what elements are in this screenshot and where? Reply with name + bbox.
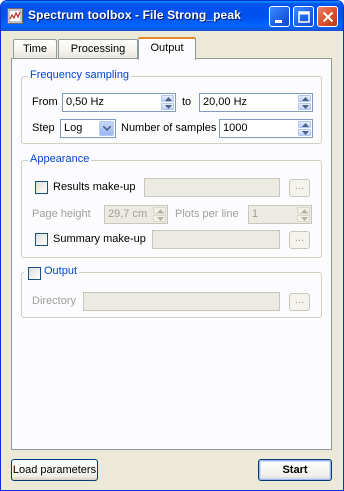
page-height-value: 29,7 cm — [108, 208, 148, 220]
arrow-down-icon — [165, 105, 172, 109]
tab-time[interactable]: Time — [13, 39, 57, 59]
page-height-label: Page height — [32, 208, 91, 220]
minimize-button[interactable] — [269, 6, 290, 27]
output-checkbox[interactable] — [28, 267, 41, 280]
results-makeup-field — [144, 178, 280, 197]
directory-label: Directory — [32, 295, 77, 307]
tab-panel-output: Frequency sampling From 0,50 Hz to 20,00… — [11, 58, 332, 450]
to-spinbox[interactable]: 20,00 Hz — [199, 93, 313, 112]
frequency-sampling-group: Frequency sampling From 0,50 Hz to 20,00… — [21, 69, 322, 144]
load-parameters-button[interactable]: Load parameters — [11, 459, 98, 481]
plots-decrement-button — [297, 215, 310, 222]
step-value: Log — [64, 122, 83, 134]
chevron-down-icon — [103, 126, 111, 131]
app-icon — [7, 8, 23, 24]
samples-increment-button[interactable] — [298, 121, 311, 128]
arrow-up-icon — [157, 209, 164, 213]
minimize-icon — [275, 20, 282, 23]
close-icon — [322, 11, 334, 23]
results-makeup-label: Results make-up — [53, 181, 136, 193]
tab-output[interactable]: Output — [138, 37, 196, 60]
plots-per-line-label: Plots per line — [175, 208, 239, 220]
arrow-up-icon — [302, 97, 309, 101]
title-bar[interactable]: Spectrum toolbox - File Strong_peak — [1, 1, 343, 31]
directory-browse-button: ... — [289, 293, 310, 311]
arrow-up-icon — [302, 123, 309, 127]
arrow-down-icon — [302, 131, 309, 135]
plots-per-line-value: 1 — [252, 208, 259, 220]
to-value: 20,00 Hz — [203, 96, 248, 108]
step-label: Step — [32, 122, 55, 134]
plots-per-line-spinbox: 1 — [248, 205, 312, 224]
frequency-sampling-legend: Frequency sampling — [28, 69, 132, 81]
from-label: From — [32, 96, 58, 108]
samples-label: Number of samples — [121, 122, 217, 134]
window-title: Spectrum toolbox - File Strong_peak — [28, 8, 241, 22]
arrow-down-icon — [302, 105, 309, 109]
results-browse-button: ... — [289, 179, 310, 197]
maximize-icon — [298, 11, 310, 23]
appearance-group: Appearance Results make-up ... Page heig… — [21, 153, 322, 258]
tab-processing[interactable]: Processing — [58, 39, 138, 59]
directory-field — [83, 292, 280, 311]
summary-makeup-field — [152, 230, 280, 249]
page-height-increment-button — [153, 207, 166, 214]
from-value: 0,50 Hz — [66, 96, 104, 108]
arrow-down-icon — [301, 217, 308, 221]
samples-decrement-button[interactable] — [298, 129, 311, 136]
samples-value: 1000 — [223, 122, 248, 134]
from-spinbox[interactable]: 0,50 Hz — [62, 93, 176, 112]
maximize-button[interactable] — [293, 6, 314, 27]
step-dropdown-button[interactable] — [99, 121, 114, 136]
to-decrement-button[interactable] — [298, 103, 311, 110]
plots-increment-button — [297, 207, 310, 214]
page-height-decrement-button — [153, 215, 166, 222]
arrow-up-icon — [165, 97, 172, 101]
step-select[interactable]: Log — [60, 119, 116, 138]
from-decrement-button[interactable] — [161, 103, 174, 110]
start-button[interactable]: Start — [258, 459, 332, 481]
from-increment-button[interactable] — [161, 95, 174, 102]
to-increment-button[interactable] — [298, 95, 311, 102]
samples-spinbox[interactable]: 1000 — [219, 119, 313, 138]
arrow-down-icon — [157, 217, 164, 221]
summary-browse-button: ... — [289, 231, 310, 249]
app-window: Spectrum toolbox - File Strong_peak Time… — [0, 0, 344, 491]
appearance-legend: Appearance — [28, 153, 92, 165]
arrow-up-icon — [301, 209, 308, 213]
summary-makeup-label: Summary make-up — [53, 233, 146, 245]
close-button[interactable] — [317, 6, 338, 27]
output-group: Output Directory ... — [21, 265, 322, 318]
summary-makeup-checkbox[interactable] — [35, 233, 48, 246]
page-height-spinbox: 29,7 cm — [104, 205, 168, 224]
results-makeup-checkbox[interactable] — [35, 181, 48, 194]
to-label: to — [182, 96, 192, 108]
